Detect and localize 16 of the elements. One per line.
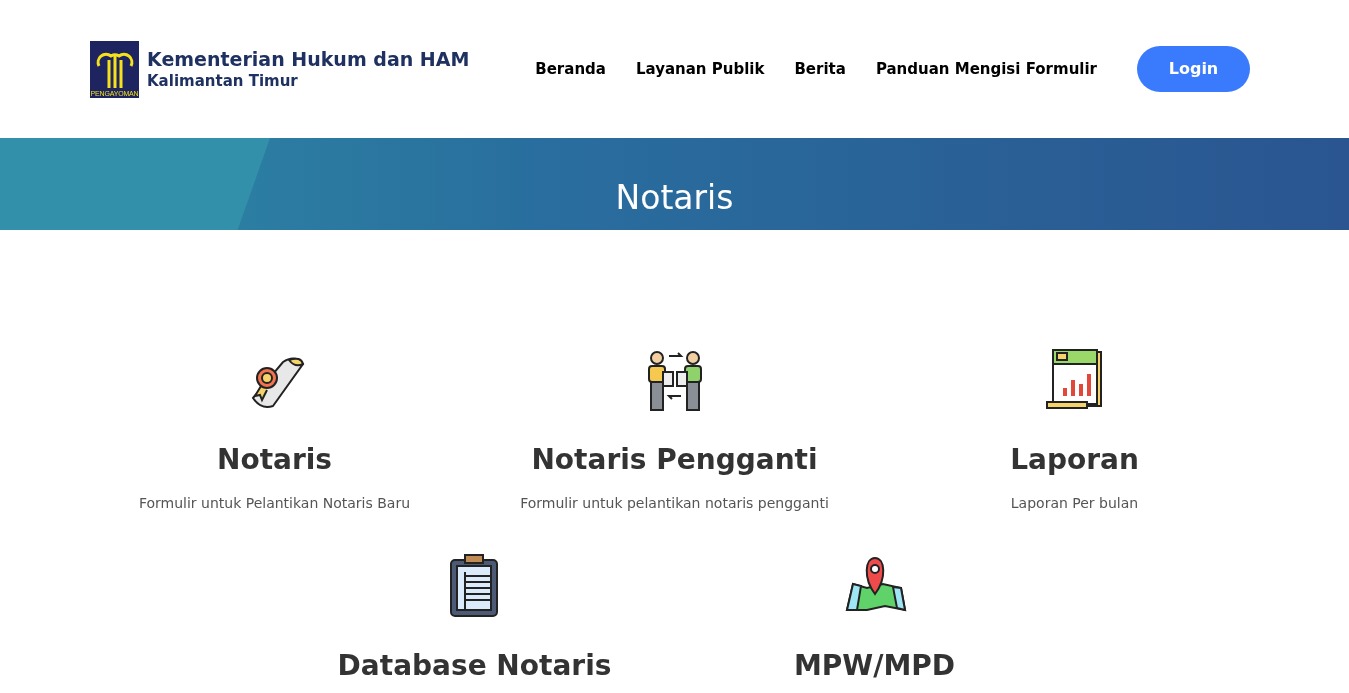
nav-link[interactable]: Berita: [794, 57, 846, 81]
service-title[interactable]: Database Notaris: [337, 648, 612, 683]
logo-title: Kementerian Hukum dan HAM: [147, 47, 470, 72]
service-title[interactable]: Laporan: [1010, 442, 1139, 477]
nav-link[interactable]: Layanan Publik: [635, 57, 765, 81]
service-title[interactable]: MPW/MPD: [793, 648, 956, 683]
service-description: Laporan Per bulan: [1010, 494, 1139, 513]
nav-link[interactable]: Beranda: [535, 57, 606, 81]
banner-title: Notaris: [615, 176, 734, 219]
service-title[interactable]: Notaris: [217, 442, 332, 477]
service-description: Formulir untuk Pelantikan Notaris Baru: [138, 494, 411, 513]
service-title[interactable]: Notaris Pengganti: [531, 442, 818, 477]
logo-subtitle: Kalimantan Timur: [147, 71, 299, 91]
login-button[interactable]: Login: [1137, 46, 1250, 92]
nav-link[interactable]: Panduan Mengisi Formulir: [875, 57, 1097, 81]
service-description: Formulir untuk pelantikan notaris pengganti: [520, 494, 829, 513]
